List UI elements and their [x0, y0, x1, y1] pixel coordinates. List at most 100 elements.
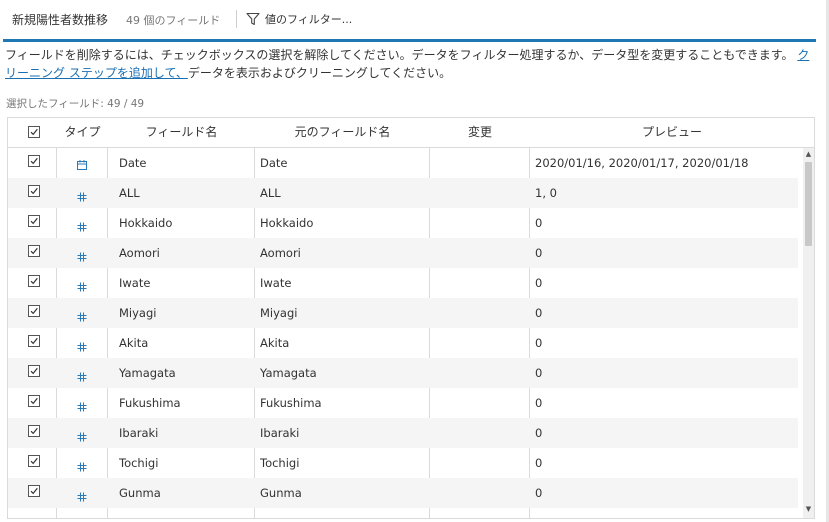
- original-field-name-cell: Hokkaido: [260, 216, 314, 230]
- change-cell: [434, 478, 526, 508]
- accent-bar: [3, 39, 816, 42]
- info-text-2: データを表示およびクリーニングしてください。: [187, 66, 452, 80]
- original-field-name-cell: Gunma: [260, 486, 302, 500]
- preview-cell: 0: [535, 456, 543, 470]
- table-row[interactable]: Gunma Gunma 0: [8, 478, 798, 508]
- field-name-cell[interactable]: Fukushima: [119, 388, 251, 418]
- field-checkbox[interactable]: [28, 485, 40, 497]
- original-field-name-cell: Akita: [260, 336, 290, 350]
- header-field-name[interactable]: フィールド名: [108, 118, 255, 147]
- field-name-cell[interactable]: Ibaraki: [119, 418, 251, 448]
- field-name-cell[interactable]: Tochigi: [119, 448, 251, 478]
- preview-cell: 0: [535, 246, 543, 260]
- field-checkbox[interactable]: [28, 245, 40, 257]
- field-grid: タイプ フィールド名 元のフィールド名 変更 プレビュー Date Date 202…: [7, 117, 815, 519]
- change-cell: [434, 298, 526, 328]
- field-name-cell[interactable]: Date: [119, 148, 251, 178]
- table-row[interactable]: Aomori Aomori 0: [8, 238, 798, 268]
- header-preview[interactable]: プレビュー: [530, 118, 814, 147]
- hash-icon[interactable]: [76, 488, 88, 507]
- field-name-cell[interactable]: Aomori: [119, 238, 251, 268]
- table-row[interactable]: ALL ALL 1, 0: [8, 178, 798, 208]
- change-cell: [434, 238, 526, 268]
- filter-values-label: 値のフィルター...: [265, 13, 353, 26]
- table-row[interactable]: Date Date 2020/01/16, 2020/01/17, 2020/01/…: [8, 148, 798, 178]
- change-cell: [434, 268, 526, 298]
- preview-cell: 0: [535, 426, 543, 440]
- original-field-name-cell: Tochigi: [260, 456, 300, 470]
- field-checkbox[interactable]: [28, 185, 40, 197]
- preview-cell: 2020/01/16, 2020/01/17, 2020/01/18: [535, 156, 749, 170]
- field-name-cell[interactable]: ALL: [119, 178, 251, 208]
- change-cell: [434, 358, 526, 388]
- field-checkbox[interactable]: [28, 425, 40, 437]
- toolbar-divider: [236, 10, 237, 28]
- hash-icon[interactable]: [76, 278, 88, 297]
- field-count: 49 個のフィールド: [126, 14, 221, 27]
- scroll-up-arrow-icon[interactable]: ▲: [805, 151, 812, 158]
- field-name-cell[interactable]: Akita: [119, 328, 251, 358]
- hash-icon[interactable]: [76, 218, 88, 237]
- table-row[interactable]: Akita Akita 0: [8, 328, 798, 358]
- field-checkbox[interactable]: [28, 365, 40, 377]
- grid-header: タイプ フィールド名 元のフィールド名 変更 プレビュー: [8, 118, 814, 148]
- field-name-cell[interactable]: Hokkaido: [119, 208, 251, 238]
- original-field-name-cell: Fukushima: [260, 396, 322, 410]
- field-checkbox[interactable]: [28, 455, 40, 467]
- change-cell: [434, 208, 526, 238]
- hash-icon[interactable]: [76, 308, 88, 327]
- info-message: フィールドを削除するには、チェックボックスの選択を解除してください。データをフィ…: [5, 46, 815, 82]
- header-change[interactable]: 変更: [430, 118, 530, 147]
- hash-icon[interactable]: [76, 368, 88, 387]
- selected-fields-count: 選択したフィールド: 49 / 49: [6, 98, 145, 110]
- field-checkbox[interactable]: [28, 215, 40, 227]
- header-type[interactable]: タイプ: [57, 118, 108, 147]
- calendar-icon[interactable]: [76, 156, 88, 175]
- preview-cell: 0: [535, 486, 543, 500]
- filter-values-button[interactable]: 値のフィルター...: [246, 10, 352, 28]
- preview-cell: 0: [535, 366, 543, 380]
- preview-cell: 0: [535, 396, 543, 410]
- table-row[interactable]: Tochigi Tochigi 0: [8, 448, 798, 478]
- change-cell: [434, 418, 526, 448]
- scrollbar-thumb[interactable]: [805, 162, 812, 246]
- hash-icon[interactable]: [76, 428, 88, 447]
- field-name-cell[interactable]: Gunma: [119, 478, 251, 508]
- change-cell: [434, 178, 526, 208]
- change-cell: [434, 148, 526, 178]
- vertical-scrollbar[interactable]: ▲ ▼: [803, 148, 814, 518]
- field-checkbox[interactable]: [28, 305, 40, 317]
- table-row[interactable]: Iwate Iwate 0: [8, 268, 798, 298]
- field-checkbox[interactable]: [28, 395, 40, 407]
- table-row[interactable]: Miyagi Miyagi 0: [8, 298, 798, 328]
- hash-icon[interactable]: [76, 398, 88, 417]
- table-row[interactable]: Hokkaido Hokkaido 0: [8, 208, 798, 238]
- hash-icon[interactable]: [76, 458, 88, 477]
- scroll-down-arrow-icon[interactable]: ▼: [805, 506, 812, 513]
- hash-icon[interactable]: [76, 248, 88, 267]
- field-checkbox[interactable]: [28, 275, 40, 287]
- field-checkbox[interactable]: [28, 155, 40, 167]
- field-name-cell[interactable]: Miyagi: [119, 298, 251, 328]
- original-field-name-cell: Ibaraki: [260, 426, 300, 440]
- change-cell: [434, 328, 526, 358]
- funnel-icon: [246, 12, 260, 26]
- table-row[interactable]: Yamagata Yamagata 0: [8, 358, 798, 388]
- preview-cell: 0: [535, 306, 543, 320]
- preview-cell: 0: [535, 336, 543, 350]
- preview-cell: 0: [535, 216, 543, 230]
- header-original-field-name[interactable]: 元のフィールド名: [255, 118, 430, 147]
- field-name-cell[interactable]: Yamagata: [119, 358, 251, 388]
- table-row[interactable]: Ibaraki Ibaraki 0: [8, 418, 798, 448]
- field-name-cell[interactable]: Iwate: [119, 268, 251, 298]
- field-checkbox[interactable]: [28, 335, 40, 347]
- original-field-name-cell: Aomori: [260, 246, 301, 260]
- hash-icon[interactable]: [76, 338, 88, 357]
- original-field-name-cell: Date: [260, 156, 288, 170]
- hash-icon[interactable]: [76, 188, 88, 207]
- select-all-checkbox[interactable]: [28, 126, 40, 138]
- change-cell: [434, 448, 526, 478]
- table-row[interactable]: Fukushima Fukushima 0: [8, 388, 798, 418]
- preview-cell: 1, 0: [535, 186, 557, 200]
- original-field-name-cell: Iwate: [260, 276, 292, 290]
